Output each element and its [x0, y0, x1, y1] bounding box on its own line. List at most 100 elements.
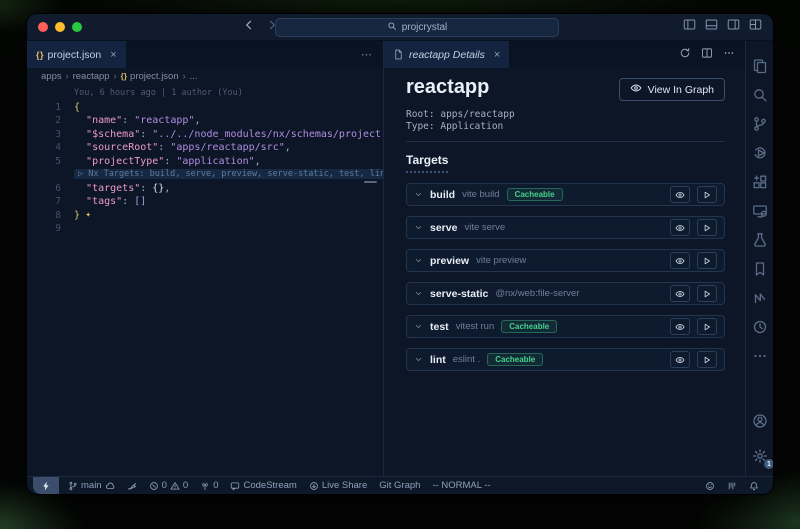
activity-explorer[interactable] [746, 51, 773, 80]
editor-group-1: { } project.json × ⋯ apps › reactapp › {… [27, 41, 384, 476]
activity-nx-console[interactable] [746, 283, 773, 312]
activity-bookmarks[interactable] [746, 254, 773, 283]
status-bar: main000CodeStreamLive ShareGit Graph-- N… [27, 476, 773, 494]
zoom-window-button[interactable] [72, 22, 82, 32]
target-row-serve[interactable]: servevite serve [406, 216, 725, 239]
target-row-preview[interactable]: previewvite preview [406, 249, 725, 272]
target-row-test[interactable]: testvitest runCacheable [406, 315, 725, 338]
activity-accounts[interactable] [746, 406, 773, 435]
breadcrumb-item[interactable]: ... [190, 71, 198, 82]
split-editor-icon[interactable] [701, 46, 713, 64]
activity-testing[interactable] [746, 225, 773, 254]
code-line: 2 "name": "reactapp", [27, 114, 383, 128]
command-center-search[interactable]: projcrystal [275, 18, 559, 37]
toggle-secondary-sidebar-icon[interactable] [727, 18, 740, 36]
breadcrumb-separator: › [114, 71, 117, 81]
show-target-config-button[interactable] [670, 285, 690, 302]
run-target-button[interactable] [697, 219, 717, 236]
line-number: 3 [27, 128, 74, 142]
chevron-down-icon[interactable] [414, 190, 423, 199]
breadcrumb-item[interactable]: apps [41, 71, 62, 82]
tab-reactapp-details[interactable]: reactapp Details × [384, 41, 510, 68]
status-ports[interactable]: 0 [194, 477, 224, 494]
chevron-down-icon[interactable] [414, 355, 423, 364]
chevron-down-icon[interactable] [414, 289, 423, 298]
customize-layout-icon[interactable] [749, 18, 762, 36]
bars-icon [727, 481, 737, 491]
show-target-config-button[interactable] [670, 186, 690, 203]
code-token: "apps/reactapp/src" [170, 141, 284, 155]
show-target-config-button[interactable] [670, 219, 690, 236]
window-controls [27, 22, 82, 32]
run-target-button[interactable] [697, 285, 717, 302]
code-token: [] [134, 195, 146, 209]
line-number: 8 [27, 209, 74, 223]
root-value: apps/reactapp [440, 109, 514, 120]
ellipsis-icon [752, 348, 768, 364]
breadcrumb[interactable]: apps › reactapp › { } project.json › ... [27, 68, 383, 84]
view-in-graph-label: View In Graph [648, 84, 714, 96]
code-lines: You, 6 hours ago | 1 author (You)1{2 "na… [27, 87, 383, 236]
status-remote[interactable] [33, 477, 59, 494]
show-target-config-button[interactable] [670, 351, 690, 368]
back-icon[interactable] [243, 18, 255, 36]
status-problems[interactable]: 00 [143, 477, 195, 494]
code-token: "projectType" [86, 155, 164, 169]
status-text: 0 [213, 480, 218, 491]
status-live-share[interactable]: Live Share [303, 477, 373, 494]
toggle-panel-icon[interactable] [705, 18, 718, 36]
status-publish[interactable] [121, 477, 143, 494]
nx-targets-codelens[interactable]: ▷ Nx Targets: build, serve, preview, ser… [27, 168, 383, 182]
status-codestream[interactable]: CodeStream [224, 477, 302, 494]
status-vim-mode[interactable]: -- NORMAL -- [426, 477, 496, 494]
activity-settings[interactable]: 1 [746, 441, 773, 470]
refresh-icon[interactable] [679, 46, 691, 64]
target-row-build[interactable]: buildvite buildCacheable [406, 183, 725, 206]
activity-timeline[interactable] [746, 312, 773, 341]
status-git-graph[interactable]: Git Graph [373, 477, 426, 494]
code-token: , [194, 114, 200, 128]
chevron-down-icon[interactable] [414, 223, 423, 232]
more-actions-icon[interactable] [723, 46, 735, 64]
tab-project-json[interactable]: { } project.json × [27, 41, 127, 68]
smiley-icon [705, 481, 715, 491]
chevron-down-icon[interactable] [414, 322, 423, 331]
code-editor[interactable]: You, 6 hours ago | 1 author (You)1{2 "na… [27, 84, 383, 476]
close-tab-icon[interactable]: × [494, 49, 500, 61]
target-name: serve [430, 222, 457, 234]
close-tab-icon[interactable]: × [110, 49, 116, 61]
activity-search[interactable] [746, 80, 773, 109]
target-name: serve-static [430, 288, 488, 300]
line-number: 7 [27, 195, 74, 209]
status-feedback[interactable] [699, 477, 721, 494]
target-row-lint[interactable]: linteslint .Cacheable [406, 348, 725, 371]
run-target-button[interactable] [697, 186, 717, 203]
run-target-button[interactable] [697, 351, 717, 368]
status-notifications[interactable] [743, 477, 765, 494]
activity-remote-explorer[interactable] [746, 196, 773, 225]
tab-label: project.json [48, 49, 102, 61]
target-row-serve-static[interactable]: serve-static@nx/web:file-server [406, 282, 725, 305]
breadcrumb-item[interactable]: reactapp [73, 71, 110, 82]
beaker-icon [752, 232, 768, 248]
activity-run-and-debug[interactable] [746, 138, 773, 167]
run-target-button[interactable] [697, 318, 717, 335]
minimize-window-button[interactable] [55, 22, 65, 32]
toggle-primary-sidebar-icon[interactable] [683, 18, 696, 36]
tab-overflow-button[interactable]: ⋯ [361, 48, 383, 61]
line-number: 1 [27, 101, 74, 115]
breadcrumb-item[interactable]: project.json [130, 71, 179, 82]
run-target-button[interactable] [697, 252, 717, 269]
activity-source-control[interactable] [746, 109, 773, 138]
activity-additional-views[interactable] [746, 341, 773, 370]
activity-extensions[interactable] [746, 167, 773, 196]
status-formatter[interactable] [721, 477, 743, 494]
file-icon [393, 49, 404, 60]
show-target-config-button[interactable] [670, 318, 690, 335]
view-in-graph-button[interactable]: View In Graph [619, 78, 725, 101]
close-window-button[interactable] [38, 22, 48, 32]
show-target-config-button[interactable] [670, 252, 690, 269]
error-icon [149, 481, 159, 491]
chevron-down-icon[interactable] [414, 256, 423, 265]
status-git-branch[interactable]: main [62, 477, 121, 494]
